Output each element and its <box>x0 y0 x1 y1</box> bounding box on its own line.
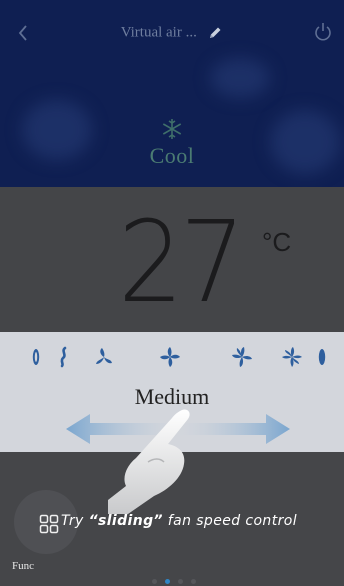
mode-label: Cool <box>149 143 195 168</box>
background-blur <box>210 58 270 98</box>
grid-menu-icon[interactable] <box>39 514 59 534</box>
temperature-unit: °C <box>262 227 292 257</box>
swipe-hand-icon <box>108 409 190 514</box>
temperature-panel[interactable]: 27 °C <box>0 187 344 332</box>
page-dot <box>165 579 170 584</box>
power-icon[interactable] <box>312 20 334 44</box>
app-header: Virtual air ... Cool <box>0 0 344 187</box>
func-label: Func <box>12 560 34 572</box>
page-dot <box>152 579 157 584</box>
top-bar: Virtual air ... <box>0 18 344 48</box>
edit-pencil-icon[interactable] <box>207 25 223 41</box>
fan-speed-max-icon[interactable] <box>310 345 334 369</box>
page-dot <box>191 579 196 584</box>
fan-speed-auto-icon[interactable] <box>24 345 48 369</box>
hint-quoted: “sliding” <box>88 513 163 529</box>
mode-display[interactable]: Cool <box>0 117 344 169</box>
fan-speed-5-icon[interactable] <box>280 345 304 369</box>
device-title: Virtual air ... <box>120 24 197 41</box>
page-dot <box>178 579 183 584</box>
fan-speed-3-icon[interactable] <box>158 345 182 369</box>
fan-speed-2-icon[interactable] <box>92 345 116 369</box>
snowflake-icon <box>162 119 182 139</box>
page-indicator <box>152 571 204 584</box>
fan-speed-1-icon[interactable] <box>52 345 76 369</box>
fan-speed-4-icon[interactable] <box>230 345 254 369</box>
hint-suffix: fan speed control <box>162 513 297 529</box>
temperature-value: 27 <box>118 198 245 328</box>
hint-prefix: Try <box>61 513 89 529</box>
tutorial-hint: Try “sliding” fan speed control <box>61 513 297 529</box>
